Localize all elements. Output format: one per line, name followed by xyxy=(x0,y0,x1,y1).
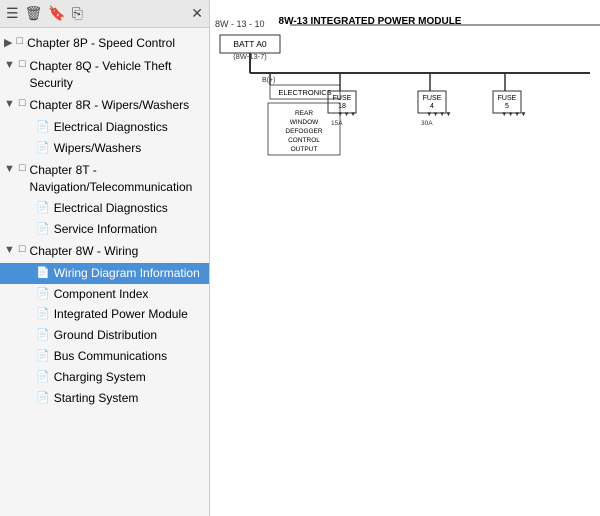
sidebar-header: ☰ 🗑 🔖 ⎘ ✕ xyxy=(0,0,209,28)
sidebar-label-8w-ipm: Integrated Power Module xyxy=(54,306,205,323)
doc-icon-8t-elec: 📄 xyxy=(36,201,50,216)
sidebar-item-8w-ss[interactable]: 📄 Starting System xyxy=(0,388,209,409)
doc-icon-8w-cs: 📄 xyxy=(36,370,50,385)
close-icon[interactable]: ✕ xyxy=(191,5,203,22)
sidebar-item-8t-svc[interactable]: 📄 Service Information xyxy=(0,219,209,240)
fuse2-val: 4 xyxy=(430,103,434,110)
sidebar-item-8w-gd[interactable]: 📄 Ground Distribution xyxy=(0,325,209,346)
wiring-diagram: 8W - 13 - 10 8W-13 INTEGRATED POWER MODU… xyxy=(210,0,600,516)
sidebar-item-8p[interactable]: ▶ □ Chapter 8P - Speed Control xyxy=(0,32,209,55)
sidebar-label-8t-svc: Service Information xyxy=(54,221,205,238)
sidebar-label-8w-ci: Component Index xyxy=(54,286,205,303)
sidebar-label-8r-ww: Wipers/Washers xyxy=(54,140,205,157)
fuse1-val: 18 xyxy=(338,103,346,110)
sidebar-item-8w[interactable]: ▼ □ Chapter 8W - Wiring xyxy=(0,240,209,263)
expand-icon-8q: ▼ xyxy=(4,59,15,71)
fuse2-label: FUSE xyxy=(423,95,442,102)
page-ref: 8W - 13 - 10 xyxy=(215,19,265,29)
sidebar-label-8w-wdi: Wiring Diagram Information xyxy=(54,265,205,282)
checkbox-8p: □ xyxy=(16,35,23,47)
rear-window-label1: REAR xyxy=(295,110,313,117)
expand-icon-8p: ▶ xyxy=(4,36,12,49)
doc-icon-8r-ww: 📄 xyxy=(36,141,50,156)
sidebar-item-8t[interactable]: ▼ □ Chapter 8T - Navigation/Telecommunic… xyxy=(0,159,209,199)
doc-icon-8w-ipm: 📄 xyxy=(36,307,50,322)
sidebar-item-8w-ci[interactable]: 📄 Component Index xyxy=(0,284,209,305)
doc-icon-8w-gd: 📄 xyxy=(36,328,50,343)
sidebar-label-8w: Chapter 8W - Wiring xyxy=(30,243,205,260)
fuse3-label: FUSE xyxy=(498,95,517,102)
doc-icon-8w-ss: 📄 xyxy=(36,391,50,406)
expand-icon-8t: ▼ xyxy=(4,163,15,175)
rear-window-label4: CONTROL xyxy=(288,137,320,144)
checkbox-8q: □ xyxy=(19,58,26,70)
sidebar-item-8r-ww[interactable]: 📄 Wipers/Washers xyxy=(0,138,209,159)
batt-label: BATT A0 xyxy=(233,39,267,49)
fuse3-val: 5 xyxy=(505,103,509,110)
electronics-label: ELECTRONICS xyxy=(278,88,331,97)
sidebar: ☰ 🗑 🔖 ⎘ ✕ ▶ □ Chapter 8P - Speed Control… xyxy=(0,0,210,516)
sidebar-header-icons: ☰ 🗑 🔖 ⎘ xyxy=(6,5,83,22)
rear-window-label3: DEFOGGER xyxy=(285,128,323,135)
sidebar-item-8w-ipm[interactable]: 📄 Integrated Power Module xyxy=(0,304,209,325)
doc-icon-8r-elec: 📄 xyxy=(36,120,50,135)
sidebar-item-8w-wdi[interactable]: 📄 Wiring Diagram Information xyxy=(0,263,209,284)
diagram-title: 8W-13 INTEGRATED POWER MODULE xyxy=(279,16,462,27)
checkbox-8w: □ xyxy=(19,243,26,255)
doc-icon-8t-svc: 📄 xyxy=(36,222,50,237)
sidebar-item-8q[interactable]: ▼ □ Chapter 8Q - Vehicle Theft Security xyxy=(0,55,209,95)
rear-window-label2: WINDOW xyxy=(290,119,319,126)
expand-icon-8w: ▼ xyxy=(4,244,15,256)
doc-icon-8w-wdi: 📄 xyxy=(36,266,50,281)
sidebar-item-8w-bc[interactable]: 📄 Bus Communications xyxy=(0,346,209,367)
checkbox-8t: □ xyxy=(19,162,26,174)
sidebar-label-8w-ss: Starting System xyxy=(54,390,205,407)
fuse1-label: FUSE xyxy=(333,95,352,102)
fuse2-amp2: 30A xyxy=(421,120,433,127)
sidebar-item-8t-elec[interactable]: 📄 Electrical Diagnostics xyxy=(0,198,209,219)
share-icon[interactable]: ⎘ xyxy=(72,5,83,22)
sidebar-tree: ▶ □ Chapter 8P - Speed Control ▼ □ Chapt… xyxy=(0,28,209,516)
sidebar-item-8w-cs[interactable]: 📄 Charging System xyxy=(0,367,209,388)
sidebar-item-8r[interactable]: ▼ □ Chapter 8R - Wipers/Washers xyxy=(0,94,209,117)
sidebar-label-8w-gd: Ground Distribution xyxy=(54,327,205,344)
fuse1-amp2: 15A xyxy=(331,120,343,127)
sidebar-label-8r: Chapter 8R - Wipers/Washers xyxy=(30,97,205,114)
fuse2-amp: ▼▼▼▼ xyxy=(426,111,452,118)
list-icon[interactable]: ☰ xyxy=(6,5,19,22)
sidebar-item-8r-elec[interactable]: 📄 Electrical Diagnostics xyxy=(0,117,209,138)
sidebar-label-8t-elec: Electrical Diagnostics xyxy=(54,200,205,217)
sidebar-label-8q: Chapter 8Q - Vehicle Theft Security xyxy=(30,58,205,92)
b-plus-label: B(+) xyxy=(262,77,275,84)
sidebar-label-8r-elec: Electrical Diagnostics xyxy=(54,119,205,136)
sidebar-label-8w-cs: Charging System xyxy=(54,369,205,386)
doc-icon-8w-bc: 📄 xyxy=(36,349,50,364)
fuse3-amp: ▼▼▼▼ 15A FUSE 5 ▼▼▼ 20A ▼▼ 14 ▼▼▼ 7 C10 … xyxy=(501,111,527,118)
diagram-container: 8W - 13 - 10 8W-13 INTEGRATED POWER MODU… xyxy=(210,0,600,516)
rear-window-label5: OUTPUT xyxy=(291,146,318,153)
trash-icon[interactable]: 🗑 xyxy=(25,5,43,22)
bookmark-icon[interactable]: 🔖 xyxy=(48,5,65,22)
main-content: 8W - 13 - 10 8W-13 INTEGRATED POWER MODU… xyxy=(210,0,600,516)
expand-icon-8r: ▼ xyxy=(4,98,15,110)
sidebar-label-8p: Chapter 8P - Speed Control xyxy=(27,35,205,52)
sidebar-label-8w-bc: Bus Communications xyxy=(54,348,205,365)
doc-icon-8w-ci: 📄 xyxy=(36,287,50,302)
checkbox-8r: □ xyxy=(19,97,26,109)
fuse1-amp: ▼▼▼ xyxy=(337,111,356,118)
sidebar-label-8t: Chapter 8T - Navigation/Telecommunicatio… xyxy=(30,162,205,196)
